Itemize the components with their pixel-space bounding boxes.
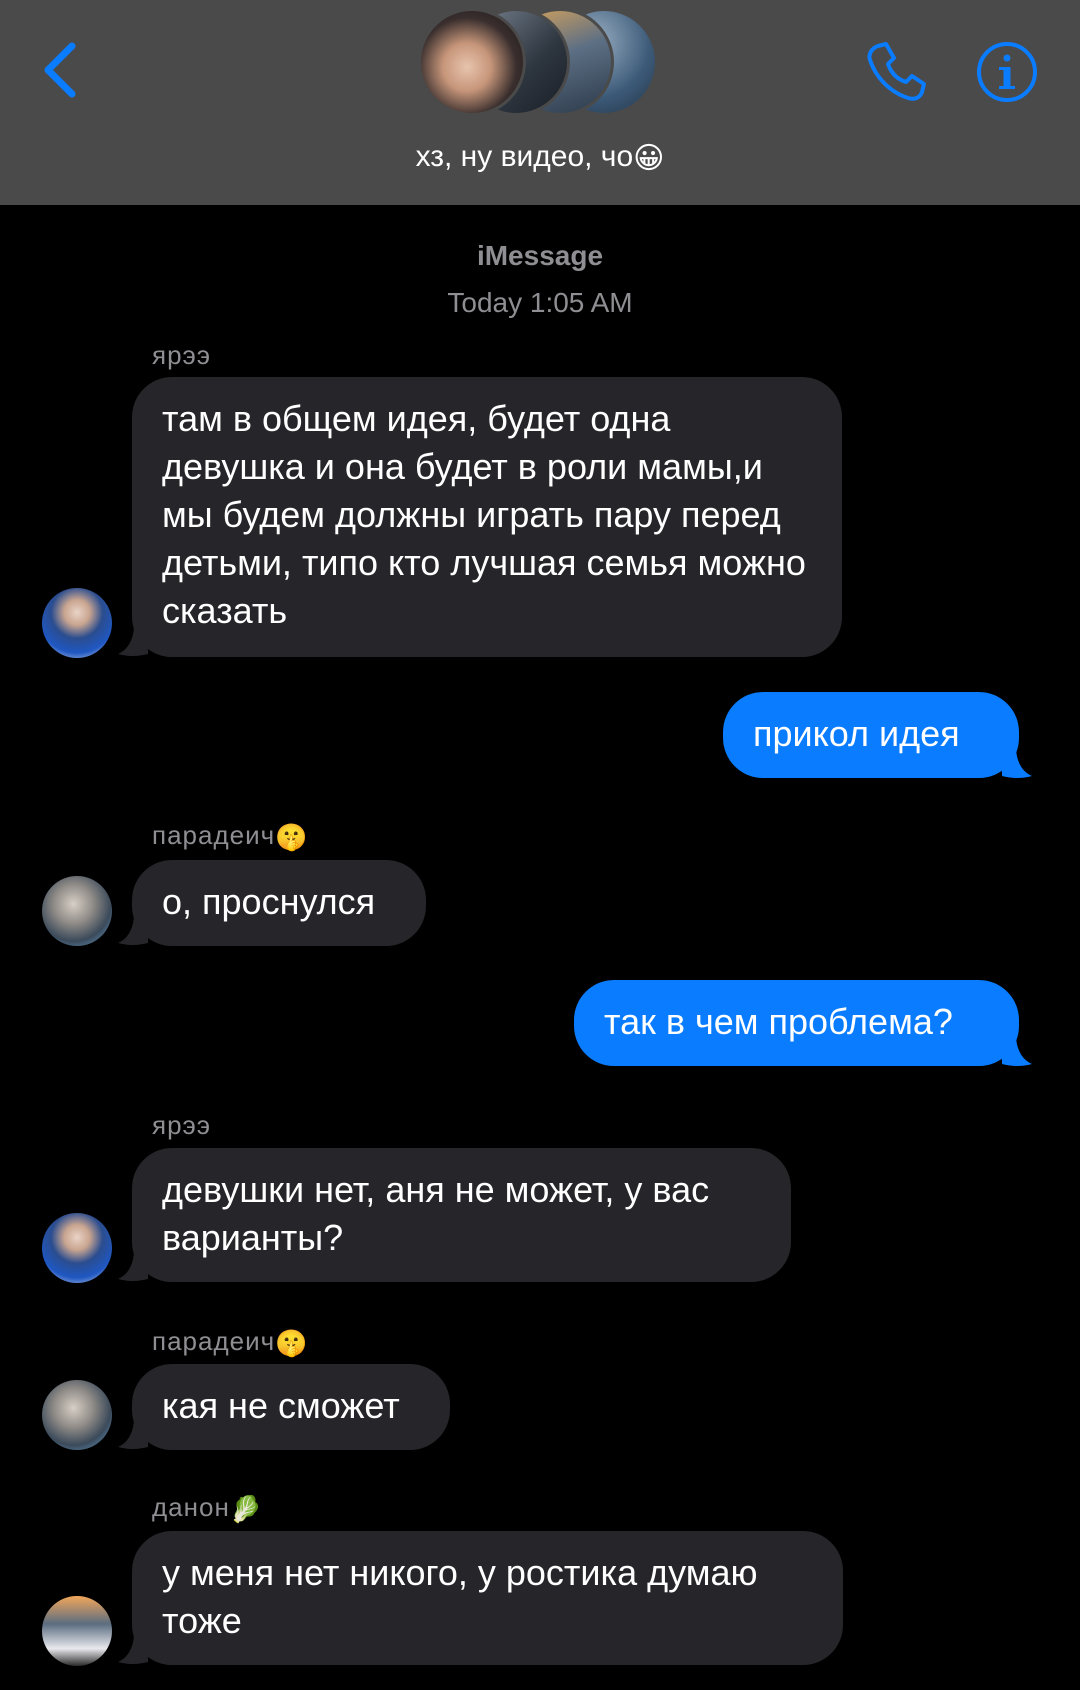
title-emoji: 😀 xyxy=(633,141,665,175)
sender-avatar[interactable] xyxy=(42,1380,112,1450)
call-button[interactable] xyxy=(864,40,928,104)
sender-name: парадеич🤫 xyxy=(152,820,309,853)
info-icon xyxy=(977,42,1037,102)
back-button[interactable] xyxy=(40,40,80,100)
sender-name-text: данон xyxy=(152,1492,230,1522)
group-title[interactable]: хз, ну видео, чо😀 xyxy=(0,140,1080,176)
group-avatar xyxy=(418,8,526,116)
message-text: так в чем проблема? xyxy=(604,1001,953,1042)
outgoing-message-bubble[interactable]: прикол идея xyxy=(723,692,1019,778)
group-avatars[interactable] xyxy=(418,8,658,120)
sender-name-text: ярээ xyxy=(152,340,212,370)
sender-emoji: 🤫 xyxy=(275,1327,309,1358)
sender-emoji: 🥬 xyxy=(229,1493,264,1524)
incoming-message-bubble[interactable]: у меня нет никого, у ростика думаю тоже xyxy=(132,1531,843,1665)
bubble-tail xyxy=(1002,1038,1032,1066)
service-label: iMessage xyxy=(476,240,604,271)
sender-name: парадеич🤫 xyxy=(152,1326,309,1359)
timestamp: Today 1:05 AM xyxy=(447,287,633,318)
sender-avatar[interactable] xyxy=(42,1213,112,1283)
sender-name: ярээ xyxy=(152,1110,211,1141)
sender-avatar[interactable] xyxy=(42,588,112,658)
bubble-tail xyxy=(118,628,148,656)
bubble-tail xyxy=(1002,750,1032,778)
chevron-left-icon xyxy=(44,42,76,98)
sender-name: ярээ xyxy=(152,340,211,371)
sender-emoji: 🤫 xyxy=(275,821,309,852)
message-text: прикол идея xyxy=(753,713,960,754)
message-text: у меня нет никого, у ростика думаю тоже xyxy=(162,1552,758,1641)
phone-icon xyxy=(867,42,926,101)
bubble-tail xyxy=(118,1253,148,1281)
message-text: о, проснулся xyxy=(162,881,376,922)
incoming-message-bubble[interactable]: девушки нет, аня не может, у вас вариант… xyxy=(132,1148,791,1282)
message-text: девушки нет, аня не может, у вас вариант… xyxy=(162,1169,710,1258)
sender-name: данон🥬 xyxy=(152,1492,263,1525)
conversation-header: хз, ну видео, чо😀 xyxy=(0,0,1080,205)
sender-name-text: парадеич xyxy=(152,1326,276,1356)
sender-name-text: ярээ xyxy=(152,1110,212,1140)
message-text: кая не сможет xyxy=(162,1385,400,1426)
incoming-message-bubble[interactable]: там в общем идея, будет одна девушка и о… xyxy=(132,377,842,657)
info-button[interactable] xyxy=(975,40,1039,104)
incoming-message-bubble[interactable]: о, проснулся xyxy=(132,860,426,946)
sender-avatar[interactable] xyxy=(42,1596,112,1666)
sender-avatar[interactable] xyxy=(42,876,112,946)
group-title-text: хз, ну видео, чо xyxy=(415,140,634,173)
sender-name-text: парадеич xyxy=(152,820,276,850)
incoming-message-bubble[interactable]: кая не сможет xyxy=(132,1364,450,1450)
bubble-tail xyxy=(118,1421,148,1449)
message-text: там в общем идея, будет одна девушка и о… xyxy=(162,398,806,631)
outgoing-message-bubble[interactable]: так в чем проблема? xyxy=(574,980,1019,1066)
bubble-tail xyxy=(118,1636,148,1664)
bubble-tail xyxy=(118,917,148,945)
